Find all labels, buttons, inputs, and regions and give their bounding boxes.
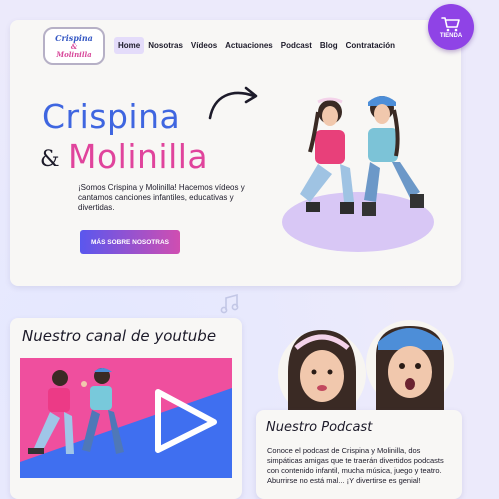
nav-item-blog[interactable]: Blog bbox=[316, 37, 342, 54]
about-us-button[interactable]: MÁS SOBRE NOSOTRAS bbox=[80, 230, 180, 254]
hero-title-crispina: Crispina bbox=[42, 97, 181, 136]
nav-item-videos[interactable]: Vídeos bbox=[187, 37, 221, 54]
nav-item-actuaciones[interactable]: Actuaciones bbox=[221, 37, 277, 54]
hero-title-ampersand: & bbox=[40, 147, 60, 172]
hero-description: ¡Somos Crispina y Molinilla! Hacemos víd… bbox=[78, 183, 245, 212]
music-note-icon bbox=[220, 293, 239, 314]
podcast-section-title: Nuestro Podcast bbox=[266, 420, 373, 435]
logo-text-molinilla: Molinilla bbox=[56, 49, 92, 59]
site-logo[interactable]: Crispina & Molinilla bbox=[43, 27, 105, 65]
nav-item-nosotras[interactable]: Nosotras bbox=[144, 37, 187, 54]
youtube-section-title: Nuestro canal de youtube bbox=[22, 327, 217, 345]
youtube-channel-thumbnail[interactable] bbox=[20, 358, 232, 478]
podcast-hosts-photo bbox=[278, 320, 454, 416]
youtube-section: Nuestro canal de youtube bbox=[10, 318, 242, 499]
nav-item-home[interactable]: Home bbox=[114, 36, 145, 54]
podcast-section: Nuestro Podcast Conoce el podcast de Cri… bbox=[256, 410, 462, 499]
shop-label: TIENDA bbox=[439, 32, 463, 39]
podcast-description: Conoce el podcast de Crispina y Molinill… bbox=[267, 446, 444, 485]
hero-duo-photo bbox=[282, 96, 434, 252]
nav-item-contratacion[interactable]: Contratación bbox=[342, 37, 399, 54]
hero-title-molinilla: Molinilla bbox=[68, 137, 209, 176]
nav-item-podcast[interactable]: Podcast bbox=[277, 37, 316, 54]
main-nav: Home Nosotras Vídeos Actuaciones Podcast… bbox=[114, 36, 399, 54]
curved-arrow-icon bbox=[208, 86, 258, 120]
shop-button[interactable]: TIENDA bbox=[428, 4, 474, 50]
hero-section: Crispina & Molinilla Home Nosotras Vídeo… bbox=[10, 20, 461, 286]
cart-icon bbox=[441, 16, 460, 31]
